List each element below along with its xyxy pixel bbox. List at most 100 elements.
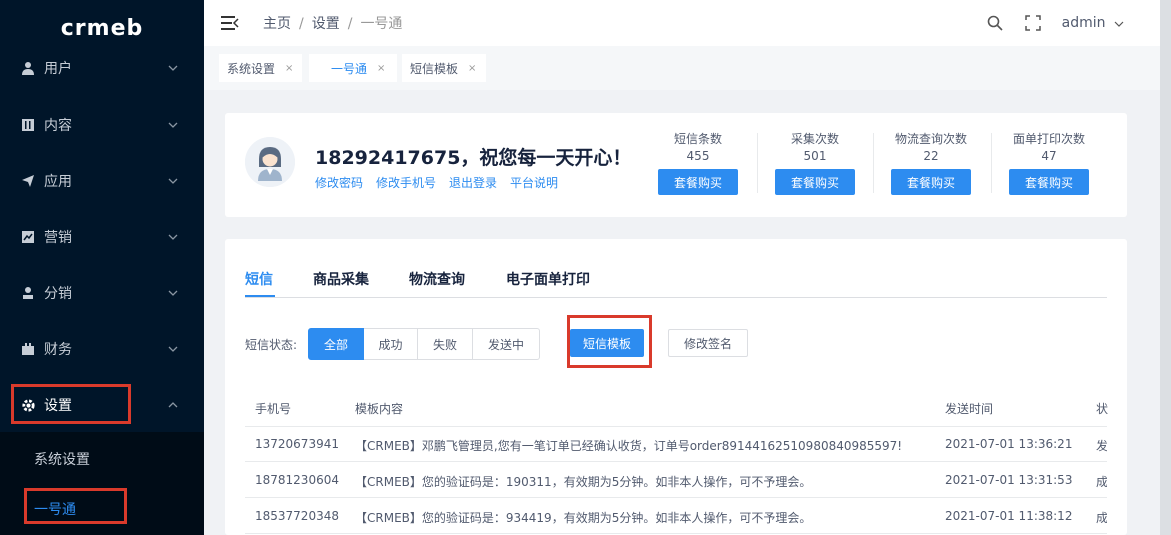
sidebar-item-finance[interactable]: 财务 xyxy=(0,321,204,377)
cell-time: 2021-07-01 13:36:21 xyxy=(945,437,1073,451)
sidebar-subitem-system-settings[interactable]: 系统设置 xyxy=(0,434,204,484)
user-menu[interactable]: admin xyxy=(1062,15,1124,31)
sidebar-item-label: 财务 xyxy=(44,342,72,358)
stat-print: 面单打印次数 47 套餐购买 xyxy=(991,131,1107,201)
service-tabs: 短信 商品采集 物流查询 电子面单打印 xyxy=(245,269,1107,298)
tab-logistics[interactable]: 物流查询 xyxy=(409,269,465,289)
change-password-link[interactable]: 修改密码 xyxy=(315,174,363,191)
breadcrumb: 主页 / 设置 / 一号通 xyxy=(263,16,403,32)
sidebar-item-marketing[interactable]: 营销 xyxy=(0,209,204,265)
stat-sms: 短信条数 455 套餐购买 xyxy=(640,131,756,201)
sidebar-item-label: 用户 xyxy=(44,61,72,77)
tab-system-settings[interactable]: 系统设置 × xyxy=(219,54,302,82)
tab-e-waybill[interactable]: 电子面单打印 xyxy=(506,269,590,289)
tab-yihaotong[interactable]: 一号通 × xyxy=(309,54,397,82)
cell-time: 2021-07-01 13:31:53 xyxy=(945,473,1073,487)
cell-phone: 13720673941 xyxy=(255,437,339,451)
cell-status: 成 xyxy=(1096,511,1107,525)
chevron-down-icon xyxy=(168,120,180,131)
cell-content: 【CRMEB】邓鹏飞管理员,您有一笔订单已经确认收货，订单号order89144… xyxy=(355,439,903,453)
cell-phone: 18781230604 xyxy=(255,473,339,487)
filter-failed[interactable]: 失败 xyxy=(418,328,473,360)
buy-package-button[interactable]: 套餐购买 xyxy=(1009,169,1089,195)
tab-product-collect[interactable]: 商品采集 xyxy=(313,269,369,289)
sidebar-item-users[interactable]: 用户 xyxy=(0,40,204,96)
breadcrumb-current: 一号通 xyxy=(360,16,403,32)
chevron-down-icon xyxy=(168,232,180,243)
filter-all[interactable]: 全部 xyxy=(308,328,364,360)
sidebar: crmeb 用户 内容 应用 营销 分销 财务 设置 系统设置 一号通 xyxy=(0,0,204,535)
stat-collect: 采集次数 501 套餐购买 xyxy=(757,131,873,201)
cell-content: 【CRMEB】您的验证码是：190311，有效期为5分钟。如非本人操作，可不予理… xyxy=(355,475,812,489)
fullscreen-icon[interactable] xyxy=(1024,14,1042,32)
user-name: admin xyxy=(1061,15,1106,31)
highlight-box-settings xyxy=(11,384,131,424)
stat-label: 物流查询次数 xyxy=(894,132,967,146)
account-links: 修改密码 修改手机号 退出登录 平台说明 xyxy=(315,174,571,191)
search-icon[interactable] xyxy=(986,14,1004,32)
col-status: 状 xyxy=(1096,402,1109,416)
stat-value: 501 xyxy=(803,149,827,163)
sms-status-label: 短信状态: xyxy=(245,338,298,352)
buy-package-button[interactable]: 套餐购买 xyxy=(775,169,855,195)
col-content: 模板内容 xyxy=(355,402,404,416)
logout-link[interactable]: 退出登录 xyxy=(449,174,497,191)
sidebar-item-content[interactable]: 内容 xyxy=(0,97,204,153)
chevron-down-icon xyxy=(168,344,180,355)
chevron-down-icon xyxy=(168,176,180,187)
filter-success[interactable]: 成功 xyxy=(364,328,418,360)
stat-value: 455 xyxy=(686,149,710,163)
stat-label: 采集次数 xyxy=(790,132,839,146)
sidebar-item-apps[interactable]: 应用 xyxy=(0,153,204,209)
breadcrumb-home[interactable]: 主页 xyxy=(263,16,291,32)
stat-label: 面单打印次数 xyxy=(1012,132,1085,146)
top-header: 主页 / 设置 / 一号通 admin xyxy=(204,0,1168,46)
highlight-box-yihaotong xyxy=(24,488,127,524)
stat-value: 47 xyxy=(1041,149,1057,163)
stat-logistics: 物流查询次数 22 套餐购买 xyxy=(873,131,989,201)
tab-label: 一号通 xyxy=(331,61,368,76)
breadcrumb-settings[interactable]: 设置 xyxy=(312,16,340,32)
sidebar-item-label: 分销 xyxy=(44,286,72,302)
page-tabs-bar: 系统设置 × 一号通 × 短信模板 × xyxy=(204,46,1168,90)
account-greeting: 18292417675，祝您每一天开心！ xyxy=(315,147,632,169)
sidebar-item-label: 应用 xyxy=(44,174,72,190)
chevron-down-icon xyxy=(168,288,180,299)
buy-package-button[interactable]: 套餐购买 xyxy=(891,169,971,195)
close-icon[interactable]: × xyxy=(468,63,476,74)
chevron-up-icon xyxy=(168,400,180,411)
send-icon xyxy=(20,173,36,189)
sms-status-filter: 全部 成功 失败 发送中 xyxy=(308,328,540,360)
stat-label: 短信条数 xyxy=(673,132,722,146)
scrollbar[interactable] xyxy=(1160,0,1171,535)
edit-signature-button[interactable]: 修改签名 xyxy=(668,329,748,357)
user-icon xyxy=(20,60,36,76)
sidebar-item-label: 内容 xyxy=(44,118,72,134)
col-time: 发送时间 xyxy=(945,402,994,416)
change-phone-link[interactable]: 修改手机号 xyxy=(376,174,436,191)
cell-time: 2021-07-01 11:38:12 xyxy=(945,509,1073,523)
filter-sending[interactable]: 发送中 xyxy=(473,328,540,360)
tab-sms-template[interactable]: 短信模板 × xyxy=(402,54,486,82)
menu-toggle-icon[interactable] xyxy=(221,16,239,30)
sidebar-item-distribution[interactable]: 分销 xyxy=(0,265,204,321)
table-row: 13720673941 【CRMEB】邓鹏飞管理员,您有一笔订单已经确认收货，订… xyxy=(245,426,1107,462)
avatar xyxy=(245,137,295,187)
close-icon[interactable]: × xyxy=(285,63,293,74)
col-phone: 手机号 xyxy=(255,402,292,416)
close-icon[interactable]: × xyxy=(377,63,385,74)
cell-phone: 18537720348 xyxy=(255,509,339,523)
platform-info-link[interactable]: 平台说明 xyxy=(510,174,558,191)
cell-status: 成 xyxy=(1096,475,1107,489)
account-card: 18292417675，祝您每一天开心！ 修改密码 修改手机号 退出登录 平台说… xyxy=(225,113,1127,217)
cell-content: 【CRMEB】您的验证码是：934419，有效期为5分钟。如非本人操作，可不予理… xyxy=(355,511,812,525)
buy-package-button[interactable]: 套餐购买 xyxy=(658,169,738,195)
table-row: 18537720348 【CRMEB】您的验证码是：934419，有效期为5分钟… xyxy=(245,498,1107,534)
chevron-down-icon xyxy=(168,63,180,74)
tab-sms[interactable]: 短信 xyxy=(245,269,273,289)
cell-status: 发 xyxy=(1096,439,1107,453)
distribution-icon xyxy=(20,285,36,301)
chart-icon xyxy=(20,229,36,245)
stat-value: 22 xyxy=(923,149,939,163)
sidebar-item-label: 营销 xyxy=(44,230,72,246)
